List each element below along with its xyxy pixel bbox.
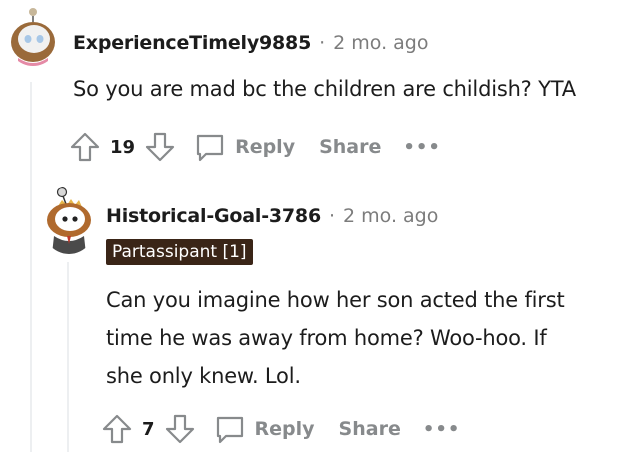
comment-body-line: Can you imagine how her son acted the fi… [106,288,565,312]
upvote-icon[interactable] [100,412,134,446]
comment-timestamp[interactable]: 2 mo. ago [333,32,428,54]
avatar[interactable] [6,6,60,66]
avatar[interactable] [40,186,98,254]
reply-label: Reply [235,136,296,158]
reply-button[interactable]: Reply [213,412,315,446]
comment-bubble-icon [193,130,227,164]
more-options-icon[interactable]: ••• [423,419,461,440]
comment-body: So you are mad bc the children are child… [73,77,576,101]
share-button[interactable]: Share [319,136,381,158]
user-flair: Partassipant [1] [106,239,253,265]
comment-actions: 7 Reply Share ••• [100,412,460,446]
comment-body-line: she only knew. Lol. [106,364,301,388]
snoo-avatar-icon [11,8,55,66]
thread-line-nested[interactable] [67,262,69,452]
snoo-avatar-icon [47,186,91,254]
comment-body: Can you imagine how her son acted the fi… [106,281,565,395]
share-button[interactable]: Share [339,418,401,440]
comment-body-line: time he was away from home? Woo-hoo. If [106,326,547,350]
more-options-icon[interactable]: ••• [403,137,441,158]
vote-count: 19 [110,136,136,158]
reply-button[interactable]: Reply [193,130,295,164]
comment-author[interactable]: Historical-Goal-3786 [106,205,321,227]
upvote-icon[interactable] [68,130,102,164]
comment-actions: 19 Reply Share ••• [68,130,441,164]
meta-separator: · [319,32,326,54]
meta-separator: · [328,205,336,227]
downvote-icon[interactable] [163,412,197,446]
vote-count: 7 [142,418,155,440]
comment-timestamp[interactable]: 2 mo. ago [343,205,438,227]
reply-label: Reply [254,418,315,440]
downvote-icon[interactable] [143,130,177,164]
thread-line[interactable] [30,82,32,452]
comment-author[interactable]: ExperienceTimely9885 [73,32,311,54]
comment-bubble-icon [213,412,247,446]
